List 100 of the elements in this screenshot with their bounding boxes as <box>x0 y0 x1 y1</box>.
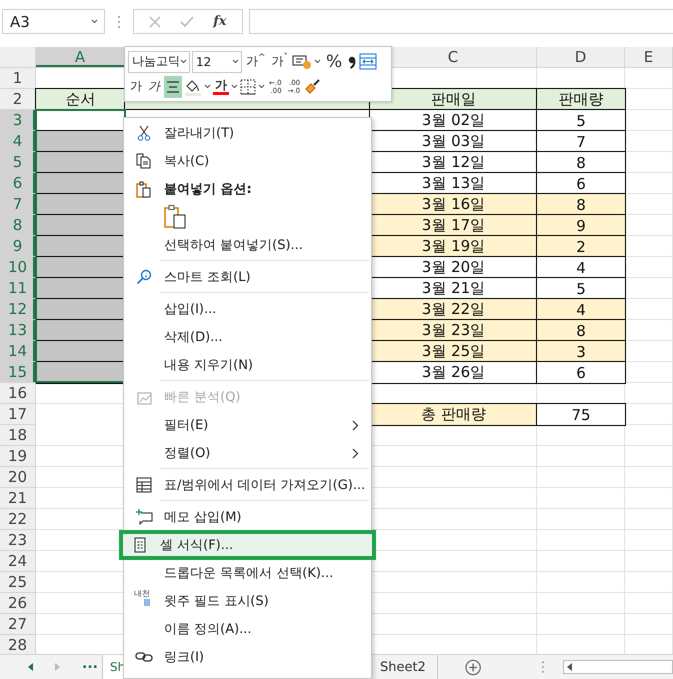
row-header[interactable]: 17 <box>0 404 36 425</box>
menu-item[interactable]: 내용 지우기(N) <box>124 351 371 379</box>
menu-item[interactable]: 내천 윗주 필드 표시(S) <box>124 587 371 615</box>
table-cell: 4 <box>537 257 625 278</box>
row-header[interactable]: 26 <box>0 593 36 614</box>
table-cell: 7 <box>537 131 625 152</box>
menu-item[interactable]: 복사(C) <box>124 147 371 175</box>
row-header[interactable]: 19 <box>0 446 36 467</box>
italic-button[interactable]: 가 <box>146 76 162 98</box>
row-header[interactable]: 1 <box>0 68 36 89</box>
table-cell: 3월 23일 <box>370 320 537 341</box>
table-cell: 3 <box>537 341 625 362</box>
row-header[interactable]: 22 <box>0 509 36 530</box>
menu-item[interactable]: 셀 서식(F)... <box>120 531 375 559</box>
menu-item[interactable]: 이름 정의(A)... <box>124 615 371 643</box>
table-cell: 2 <box>537 236 625 257</box>
row-header[interactable]: 7 <box>0 194 36 215</box>
more-options-icon <box>117 14 121 30</box>
table-cell: 3월 20일 <box>370 257 537 278</box>
paste-option-icon[interactable] <box>164 205 186 229</box>
caret-icon <box>314 59 322 64</box>
clipboard-icon <box>136 180 152 198</box>
row-header[interactable]: 28 <box>0 635 36 656</box>
row-header[interactable]: 18 <box>0 425 36 446</box>
insert-function-button[interactable]: fx <box>213 14 227 29</box>
borders-icon[interactable] <box>240 78 256 94</box>
menu-item[interactable]: 표/범위에서 데이터 가져오기(G)... <box>124 471 371 499</box>
accounting-format-icon[interactable] <box>292 54 312 70</box>
table-cell: 4 <box>537 299 625 320</box>
chevron-right-icon <box>352 448 359 459</box>
row-header[interactable]: 16 <box>0 383 36 404</box>
row-header[interactable]: 13 <box>0 320 36 341</box>
horizontal-scrollbar[interactable] <box>563 660 673 674</box>
name-box[interactable]: A3 <box>2 9 105 34</box>
table-cell: 5 <box>537 110 625 131</box>
check-icon[interactable] <box>180 16 194 28</box>
table-cell: 3월 26일 <box>370 362 537 383</box>
add-sheet-icon[interactable] <box>464 658 482 676</box>
table-cell: 3월 16일 <box>370 194 537 215</box>
row-header[interactable]: 4 <box>0 131 36 152</box>
copy-icon <box>136 153 152 169</box>
table-cell: 3월 19일 <box>370 236 537 257</box>
table-cell: 3월 25일 <box>370 341 537 362</box>
font-color-button[interactable]: 가 <box>213 78 229 94</box>
caret-icon <box>91 19 98 24</box>
caret-icon <box>232 59 239 64</box>
menu-item[interactable]: 잘라내기(T) <box>124 119 371 147</box>
align-center-button[interactable] <box>164 76 182 98</box>
font-name-dropdown[interactable]: 나눔고딕 <box>128 50 190 72</box>
table-cell: 3월 12일 <box>370 152 537 173</box>
row-header[interactable]: 15 <box>0 362 36 383</box>
font-size-dropdown[interactable]: 12 <box>192 50 242 72</box>
row-header[interactable]: 5 <box>0 152 36 173</box>
menu-item[interactable]: 필터(E) <box>124 411 371 439</box>
row-header[interactable]: 20 <box>0 467 36 488</box>
increase-font-size-button[interactable]: 가^ <box>244 50 268 72</box>
row-header[interactable]: 2 <box>0 89 36 110</box>
table-cell: 3월 21일 <box>370 278 537 299</box>
menu-item[interactable]: 선택하여 붙여넣기(S)... <box>124 231 371 259</box>
menu-item[interactable]: 메모 삽입(M) <box>124 503 371 531</box>
column-header[interactable]: D <box>537 47 625 68</box>
table-cell: 9 <box>537 215 625 236</box>
row-header[interactable]: 11 <box>0 278 36 299</box>
format-painter-icon[interactable] <box>304 78 322 95</box>
menu-item[interactable]: 삭제(D)... <box>124 323 371 351</box>
table-cell: 5 <box>537 278 625 299</box>
more-sheets-button[interactable]: ... <box>82 656 98 672</box>
column-header[interactable]: A <box>36 47 125 68</box>
row-header[interactable]: 8 <box>0 215 36 236</box>
row-header[interactable]: 6 <box>0 173 36 194</box>
row-header[interactable]: 25 <box>0 572 36 593</box>
table-cell: 8 <box>537 320 625 341</box>
scroll-left-icon[interactable] <box>26 662 36 672</box>
row-header[interactable]: 9 <box>0 236 36 257</box>
menu-item[interactable]: 드롭다운 목록에서 선택(K)... <box>124 559 371 587</box>
row-header[interactable]: 24 <box>0 551 36 572</box>
scissors-icon <box>137 125 151 141</box>
row-header[interactable]: 27 <box>0 614 36 635</box>
menu-item[interactable]: 정렬(O) <box>124 439 371 467</box>
formula-field[interactable] <box>249 9 673 34</box>
table-cell: 순서 <box>36 89 125 110</box>
row-header[interactable]: 14 <box>0 341 36 362</box>
table-cell: 8 <box>537 194 625 215</box>
menu-item[interactable]: 삽입(I)... <box>124 295 371 323</box>
row-header[interactable]: 3 <box>0 110 36 131</box>
menu-item[interactable]: 스마트 조회(L) <box>124 263 371 291</box>
fill-color-icon[interactable] <box>184 78 202 96</box>
row-header[interactable]: 23 <box>0 530 36 551</box>
chart-icon <box>136 390 152 404</box>
align-center-icon <box>166 80 180 92</box>
row-header[interactable]: 12 <box>0 299 36 320</box>
row-header[interactable]: 21 <box>0 488 36 509</box>
chevron-right-icon <box>352 420 359 431</box>
wrap-text-icon[interactable] <box>359 53 378 70</box>
bold-button[interactable]: 가 <box>128 76 144 98</box>
row-header[interactable]: 10 <box>0 257 36 278</box>
percent-style-button[interactable]: % <box>323 52 346 72</box>
caret-icon <box>258 84 265 89</box>
caret-icon <box>204 84 211 89</box>
column-header[interactable]: E <box>625 47 673 68</box>
